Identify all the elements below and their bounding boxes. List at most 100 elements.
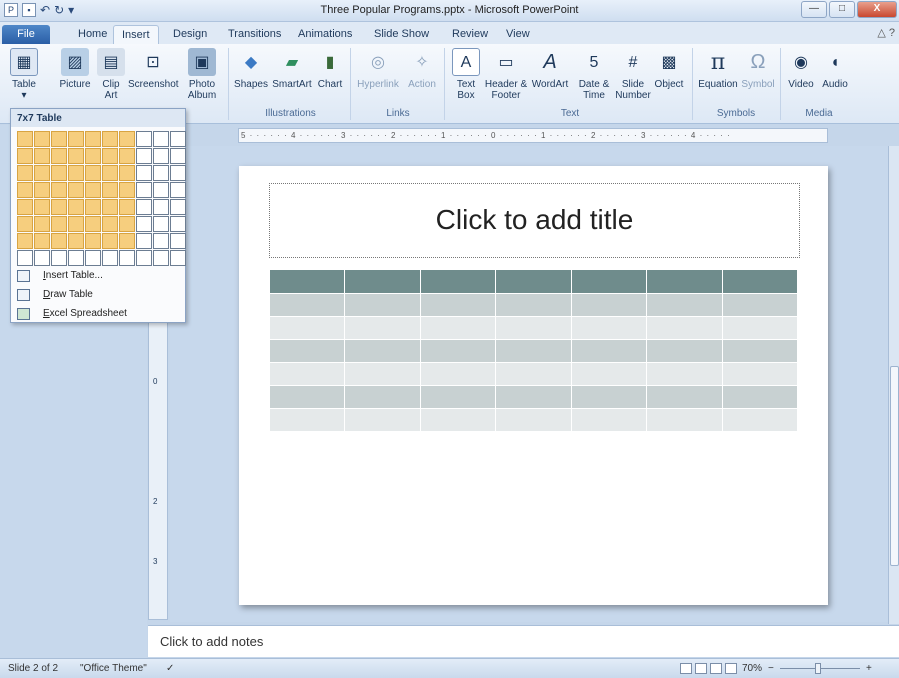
grid-cell[interactable]	[119, 199, 135, 215]
table-cell[interactable]	[721, 316, 799, 340]
grid-cell[interactable]	[136, 216, 152, 232]
table-cell[interactable]	[419, 316, 497, 340]
grid-cell[interactable]	[85, 182, 101, 198]
table-cell[interactable]	[268, 408, 346, 432]
grid-cell[interactable]	[85, 165, 101, 181]
tab-design[interactable]: Design	[165, 25, 215, 44]
grid-cell[interactable]	[68, 165, 84, 181]
help-icon[interactable]: △ ?	[877, 26, 895, 39]
grid-cell[interactable]	[136, 233, 152, 249]
grid-cell[interactable]	[68, 131, 84, 147]
grid-cell[interactable]	[34, 131, 50, 147]
grid-cell[interactable]	[153, 165, 169, 181]
grid-cell[interactable]	[51, 131, 67, 147]
table-cell[interactable]	[344, 293, 421, 317]
table-cell[interactable]	[419, 293, 497, 317]
table-cell[interactable]	[495, 385, 572, 409]
table-cell[interactable]	[721, 408, 799, 432]
grid-cell[interactable]	[17, 250, 33, 266]
table-cell[interactable]	[344, 269, 421, 294]
grid-cell[interactable]	[51, 165, 67, 181]
zoom-slider-thumb[interactable]	[815, 663, 821, 674]
header-footer-button[interactable]: ▭ Header & Footer	[484, 48, 528, 101]
table-cell[interactable]	[419, 339, 497, 363]
theme-name[interactable]: "Office Theme"	[80, 663, 147, 674]
grid-cell[interactable]	[136, 199, 152, 215]
grid-cell[interactable]	[51, 233, 67, 249]
grid-cell[interactable]	[102, 233, 118, 249]
grid-cell[interactable]	[17, 216, 33, 232]
spellcheck-icon[interactable]: ✓	[166, 663, 174, 674]
scrollbar-thumb[interactable]	[890, 366, 899, 566]
table-button[interactable]: ▦ Table ▾	[8, 48, 40, 101]
grid-cell[interactable]	[119, 182, 135, 198]
hyperlink-button[interactable]: ◎ Hyperlink	[355, 48, 401, 90]
grid-cell[interactable]	[119, 216, 135, 232]
table-cell[interactable]	[646, 339, 723, 363]
close-button[interactable]: X	[857, 1, 897, 18]
grid-cell[interactable]	[170, 182, 186, 198]
table-cell[interactable]	[268, 316, 346, 340]
grid-cell[interactable]	[85, 216, 101, 232]
title-placeholder[interactable]: Click to add title	[269, 183, 800, 258]
zoom-in-button[interactable]: +	[866, 663, 872, 674]
grid-cell[interactable]	[51, 250, 67, 266]
grid-cell[interactable]	[102, 216, 118, 232]
tab-home[interactable]: Home	[70, 25, 115, 44]
table-cell[interactable]	[344, 339, 421, 363]
slide-canvas[interactable]: Click to add title	[239, 166, 828, 605]
grid-cell[interactable]	[85, 233, 101, 249]
table-cell[interactable]	[570, 339, 648, 363]
table-cell[interactable]	[646, 408, 723, 432]
table-cell[interactable]	[495, 362, 572, 386]
table-cell[interactable]	[419, 408, 497, 432]
grid-cell[interactable]	[170, 216, 186, 232]
grid-cell[interactable]	[51, 148, 67, 164]
table-cell[interactable]	[721, 339, 799, 363]
grid-cell[interactable]	[34, 233, 50, 249]
grid-cell[interactable]	[68, 233, 84, 249]
chart-button[interactable]: ▮ Chart	[314, 48, 346, 90]
grid-cell[interactable]	[17, 182, 33, 198]
grid-cell[interactable]	[34, 182, 50, 198]
table-cell[interactable]	[570, 385, 648, 409]
grid-cell[interactable]	[34, 199, 50, 215]
tab-slide-show[interactable]: Slide Show	[366, 25, 437, 44]
grid-cell[interactable]	[68, 182, 84, 198]
grid-cell[interactable]	[153, 250, 169, 266]
table-cell[interactable]	[570, 408, 648, 432]
slide-table[interactable]	[268, 269, 799, 432]
symbol-button[interactable]: Ω Symbol	[740, 48, 776, 91]
slide-sorter-icon[interactable]	[695, 663, 707, 674]
grid-cell[interactable]	[102, 250, 118, 266]
grid-cell[interactable]	[136, 131, 152, 147]
normal-view-icon[interactable]	[680, 663, 692, 674]
grid-cell[interactable]	[153, 216, 169, 232]
grid-cell[interactable]	[102, 131, 118, 147]
reading-view-icon[interactable]	[710, 663, 722, 674]
grid-cell[interactable]	[34, 250, 50, 266]
table-cell[interactable]	[344, 385, 421, 409]
wordart-button[interactable]: A WordArt	[530, 48, 570, 91]
shapes-button[interactable]: ◆ Shapes	[233, 48, 269, 90]
grid-cell[interactable]	[153, 148, 169, 164]
grid-cell[interactable]	[170, 199, 186, 215]
slideshow-view-icon[interactable]	[725, 663, 737, 674]
tab-insert[interactable]: Insert	[113, 25, 159, 44]
table-cell[interactable]	[344, 362, 421, 386]
text-box-button[interactable]: A Text Box	[452, 48, 480, 101]
equation-button[interactable]: π Equation	[696, 48, 740, 90]
grid-cell[interactable]	[153, 182, 169, 198]
grid-cell[interactable]	[170, 165, 186, 181]
grid-cell[interactable]	[119, 131, 135, 147]
table-cell[interactable]	[268, 293, 346, 317]
grid-cell[interactable]	[136, 250, 152, 266]
zoom-level[interactable]: 70%	[742, 663, 762, 674]
table-cell[interactable]	[268, 339, 346, 363]
audio-button[interactable]: ◖ Audio	[820, 48, 850, 90]
grid-cell[interactable]	[85, 250, 101, 266]
tab-review[interactable]: Review	[444, 25, 496, 44]
grid-cell[interactable]	[34, 148, 50, 164]
grid-cell[interactable]	[136, 165, 152, 181]
table-cell[interactable]	[419, 385, 497, 409]
